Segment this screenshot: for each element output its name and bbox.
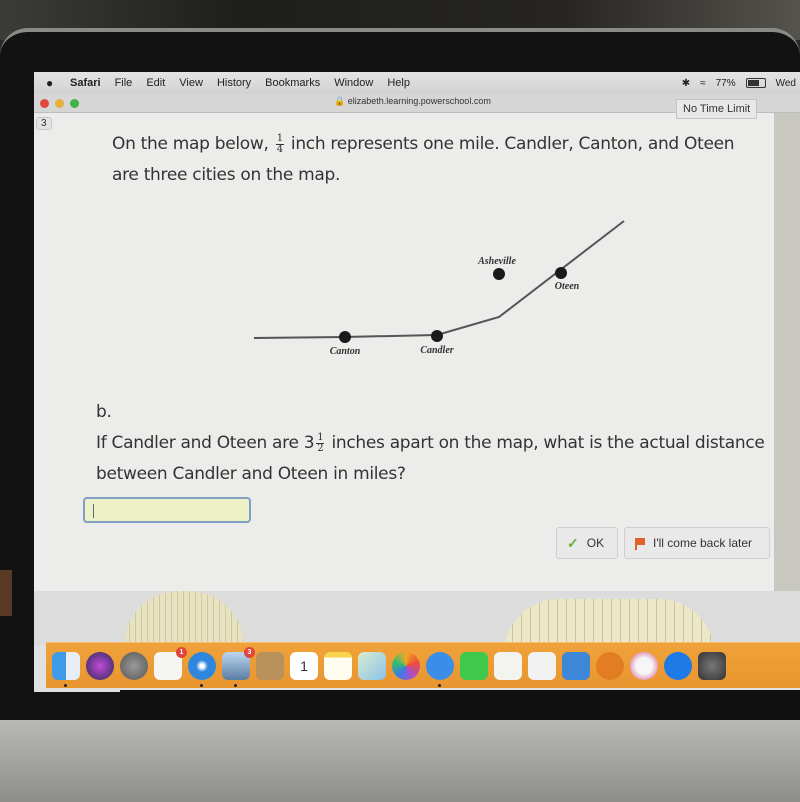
come-back-later-label: I'll come back later [653,536,752,550]
battery-percent: 77% [715,77,736,89]
menu-view[interactable]: View [179,77,203,89]
status-area: ✱ ≈ 77% Wed [682,78,796,89]
safari-icon[interactable] [188,651,216,687]
question-part-b: b. If Candler and Oteen are 312 inches a… [96,397,776,490]
desktop-wallpaper [34,591,800,654]
battery-icon[interactable] [745,78,766,88]
part-label: b. [96,402,112,422]
clock[interactable]: Wed [776,78,796,89]
app-store-icon[interactable] [664,651,692,680]
ok-label: OK [586,536,605,550]
itunes-icon[interactable] [630,651,658,680]
wifi-icon[interactable]: ≈ [700,78,706,89]
mixed-numerator: 1 [316,431,325,444]
screen: ● Safari File Edit View History Bookmark… [34,72,800,692]
apple-menu-icon[interactable]: ● [46,76,58,90]
city-label-asheville: Asheville [477,256,516,267]
mixed-denominator: 2 [317,442,324,454]
city-dot-oteen [555,267,567,279]
reminders-icon[interactable]: 1 [154,646,187,680]
dock-edge [0,570,12,616]
menu-edit[interactable]: Edit [146,77,165,89]
battery-fill [747,80,760,86]
keynote-icon[interactable] [562,651,590,680]
city-dot-candler [431,330,443,342]
running-indicator [234,683,237,687]
city-label-oteen: Oteen [555,281,580,292]
menu-app-safari[interactable]: Safari [70,77,101,89]
question-prompt: On the map below, 14 inch represents one… [112,129,752,191]
notes-icon[interactable] [324,651,352,680]
menu-window[interactable]: Window [334,77,373,89]
siri-icon[interactable] [86,651,114,680]
part-b-text: If Candler and Oteen are 312 inches apar… [96,428,776,490]
notification-badge: 1 [176,646,187,658]
preview-icon[interactable]: 3 [222,646,255,687]
close-window-button[interactable] [40,99,49,108]
city-dot-canton [339,331,351,343]
contacts-icon[interactable] [256,651,284,680]
dock: 1 3 1 [46,642,800,688]
menu-bar: ● Safari File Edit View History Bookmark… [34,72,800,94]
launchpad-icon[interactable] [120,651,148,680]
city-map: Canton Candler Asheville Oteen [253,220,625,357]
numbers-icon[interactable] [528,651,556,680]
minimize-window-button[interactable] [55,99,64,108]
ok-button[interactable]: ✓ OK [556,527,618,559]
window-controls [40,99,79,108]
road-line [253,220,625,339]
finder-icon[interactable] [52,651,80,687]
calendar-icon[interactable]: 1 [290,651,318,680]
scale-fraction: 14 [275,132,284,155]
checkmark-icon: ✓ [567,534,579,551]
maps-icon[interactable] [358,651,386,680]
menu-help[interactable]: Help [387,77,410,89]
running-indicator [64,683,67,687]
url-text: elizabeth.learning.powerschool.com [347,96,491,106]
pages-icon[interactable] [494,651,522,680]
messages-icon[interactable] [426,651,454,687]
fraction-numerator: 1 [275,132,284,145]
notification-badge: 3 [244,646,255,658]
lock-icon: 🔒 [334,96,346,106]
city-label-canton: Canton [330,346,361,357]
right-edge-panel [774,113,800,591]
fraction-denominator: 4 [276,143,283,155]
time-limit-badge: No Time Limit [676,99,758,119]
wallpaper-decoration [124,591,244,646]
menu-history[interactable]: History [217,77,251,89]
city-dot-asheville [493,268,505,280]
address-bar[interactable]: 🔒 elizabeth.learning.powerschool.com [334,96,491,107]
zoom-window-button[interactable] [70,99,79,108]
prompt-text-1: On the map below, [112,134,269,154]
menu-bookmarks[interactable]: Bookmarks [265,77,320,89]
question-panel: 3 No Time Limit On the map below, 14 inc… [34,99,776,591]
laptop-base [0,720,800,802]
question-number: 3 [36,117,52,130]
menu-file[interactable]: File [115,77,133,89]
bluetooth-icon[interactable]: ✱ [682,78,690,89]
facetime-icon[interactable] [460,651,488,680]
calendar-date: 1 [300,657,308,674]
photos-icon[interactable] [392,651,420,680]
books-icon[interactable] [596,651,624,680]
city-label-candler: Candler [420,345,453,356]
system-preferences-icon[interactable] [698,651,726,680]
running-indicator [200,683,203,687]
running-indicator [438,683,441,687]
come-back-later-button[interactable]: I'll come back later [624,527,770,559]
text-caret [93,504,94,518]
mixed-fraction: 12 [316,431,325,454]
answer-input[interactable] [83,497,251,523]
part-b-text-1: If Candler and Oteen are 3 [96,433,315,453]
flag-icon [635,538,645,550]
